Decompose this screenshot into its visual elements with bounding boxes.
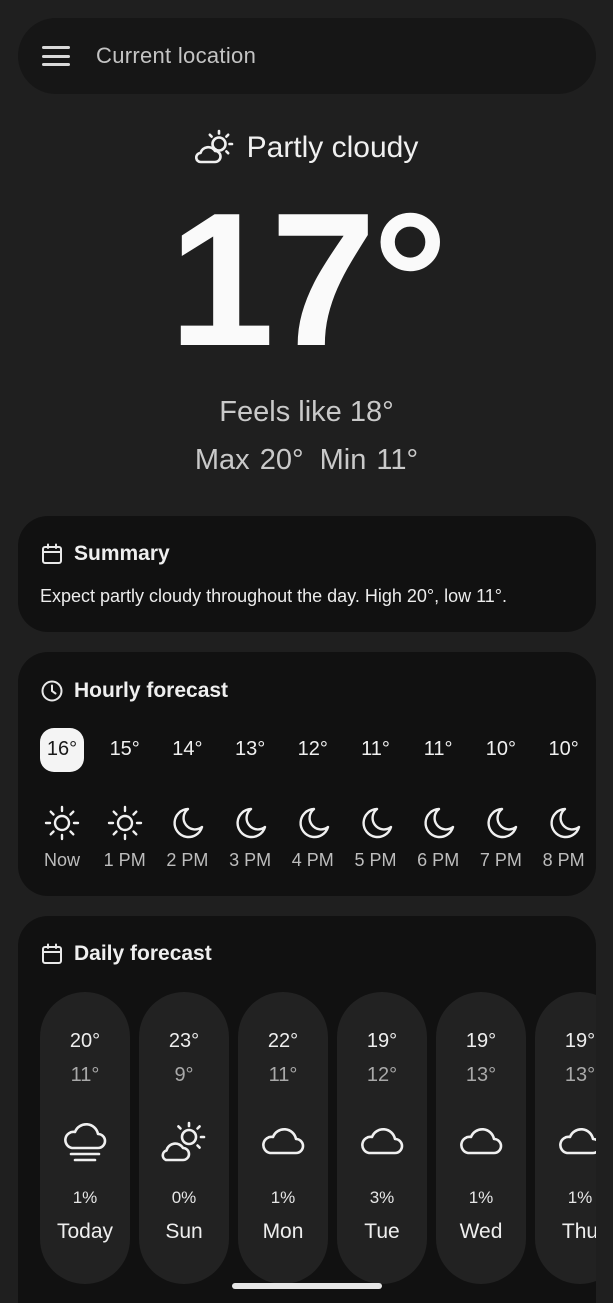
daily-title: Daily forecast <box>74 942 212 965</box>
summary-card: Summary Expect partly cloudy throughout … <box>18 516 596 632</box>
hourly-time: 7 PM <box>479 850 522 870</box>
daily-forecast-card[interactable]: Daily forecast 20° 11° 1% Today 23° 9° 0% Sun 22… <box>18 916 596 1303</box>
min-temp: Min 11° <box>319 444 419 476</box>
daily-day-name: Thu <box>561 1220 596 1243</box>
daily-item[interactable]: 19° 12° 3% Tue <box>337 992 427 1284</box>
daily-item[interactable]: 19° 13° 1% Thu <box>535 992 596 1284</box>
daily-day-name: Sun <box>165 1220 203 1243</box>
daily-high: 22° <box>267 1030 299 1052</box>
daily-high: 19° <box>366 1030 398 1052</box>
partly-cloudy-icon <box>139 1120 229 1166</box>
moon-icon <box>156 804 218 842</box>
hourly-time: 2 PM <box>166 850 209 870</box>
feels-like: Feels like 18° <box>219 396 394 428</box>
hourly-time: 3 PM <box>229 850 272 870</box>
hourly-temp: 15° <box>109 738 140 760</box>
daily-low: 11° <box>268 1064 298 1086</box>
max-temp: Max 20° <box>194 444 304 476</box>
hourly-temp: 10° <box>485 738 517 760</box>
daily-item[interactable]: 19° 13° 1% Wed <box>436 992 526 1284</box>
summary-title: Summary <box>74 542 170 565</box>
daily-high: 19° <box>564 1030 596 1052</box>
location-search-bar[interactable]: Current location <box>18 18 596 94</box>
daily-low: 13° <box>564 1064 596 1086</box>
hourly-temp: 13° <box>234 738 266 760</box>
hourly-time: 5 PM <box>354 850 397 870</box>
daily-item[interactable]: 20° 11° 1% Today <box>40 992 130 1284</box>
daily-day-name: Tue <box>364 1220 400 1243</box>
clock-icon <box>40 679 64 703</box>
hourly-temp: 12° <box>297 738 328 760</box>
daily-day-name: Wed <box>459 1220 503 1243</box>
cloud-icon <box>535 1120 596 1160</box>
cloud-icon <box>337 1120 427 1160</box>
condition-text: Partly cloudy <box>246 131 419 164</box>
partly-cloudy-icon <box>194 128 235 168</box>
menu-icon[interactable] <box>42 46 70 66</box>
sun-icon <box>31 804 93 842</box>
daily-precipitation: 1% <box>567 1188 593 1207</box>
daily-day-name: Mon <box>262 1220 304 1243</box>
daily-low: 11° <box>70 1064 100 1086</box>
daily-precipitation: 1% <box>468 1188 494 1207</box>
moon-icon <box>407 804 469 842</box>
hourly-forecast-card[interactable]: Hourly forecast 16° Now 15° 1 PM 14° 2 PM 13° 3… <box>18 652 596 896</box>
hourly-temp: 11° <box>423 738 453 760</box>
current-temperature: 17° <box>168 174 448 386</box>
moon-icon <box>282 804 344 842</box>
home-indicator[interactable] <box>232 1283 382 1289</box>
hourly-time: 4 PM <box>291 850 334 870</box>
moon-icon <box>219 804 281 842</box>
max-min: Max 20° Min 11° <box>0 444 613 477</box>
daily-precipitation: 1% <box>270 1188 296 1207</box>
fog-cloud-icon <box>40 1120 130 1166</box>
daily-precipitation: 1% <box>72 1188 98 1207</box>
calendar-icon <box>40 942 64 966</box>
hourly-temp: 10° <box>548 738 579 760</box>
daily-precipitation: 0% <box>171 1188 197 1207</box>
calendar-icon <box>40 542 64 566</box>
daily-high: 19° <box>465 1030 497 1052</box>
hourly-time: Now <box>43 850 80 870</box>
hourly-temp: 14° <box>172 738 203 760</box>
daily-item[interactable]: 23° 9° 0% Sun <box>139 992 229 1284</box>
cloud-icon <box>238 1120 328 1160</box>
hourly-temp: 16° <box>31 728 93 772</box>
cloud-icon <box>436 1120 526 1160</box>
daily-low: 9° <box>174 1064 194 1086</box>
hourly-time: 8 PM <box>542 850 585 870</box>
daily-item[interactable]: 22° 11° 1% Mon <box>238 992 328 1284</box>
daily-day-name: Today <box>56 1220 114 1243</box>
location-label[interactable]: Current location <box>96 43 256 69</box>
daily-high: 20° <box>69 1030 101 1052</box>
hourly-title: Hourly forecast <box>74 679 229 702</box>
moon-icon <box>470 804 532 842</box>
moon-icon <box>533 804 595 842</box>
daily-high: 23° <box>168 1030 200 1052</box>
daily-precipitation: 3% <box>369 1188 395 1207</box>
hourly-time: 1 PM <box>103 850 146 870</box>
sun-icon <box>94 804 156 842</box>
moon-icon <box>345 804 407 842</box>
daily-low: 12° <box>366 1064 398 1086</box>
summary-text: Expect partly cloudy throughout the day.… <box>40 586 507 606</box>
current-condition: Partly cloudy <box>0 128 613 168</box>
daily-low: 13° <box>465 1064 497 1086</box>
hourly-time: 6 PM <box>417 850 460 870</box>
hourly-temp: 11° <box>361 738 390 760</box>
